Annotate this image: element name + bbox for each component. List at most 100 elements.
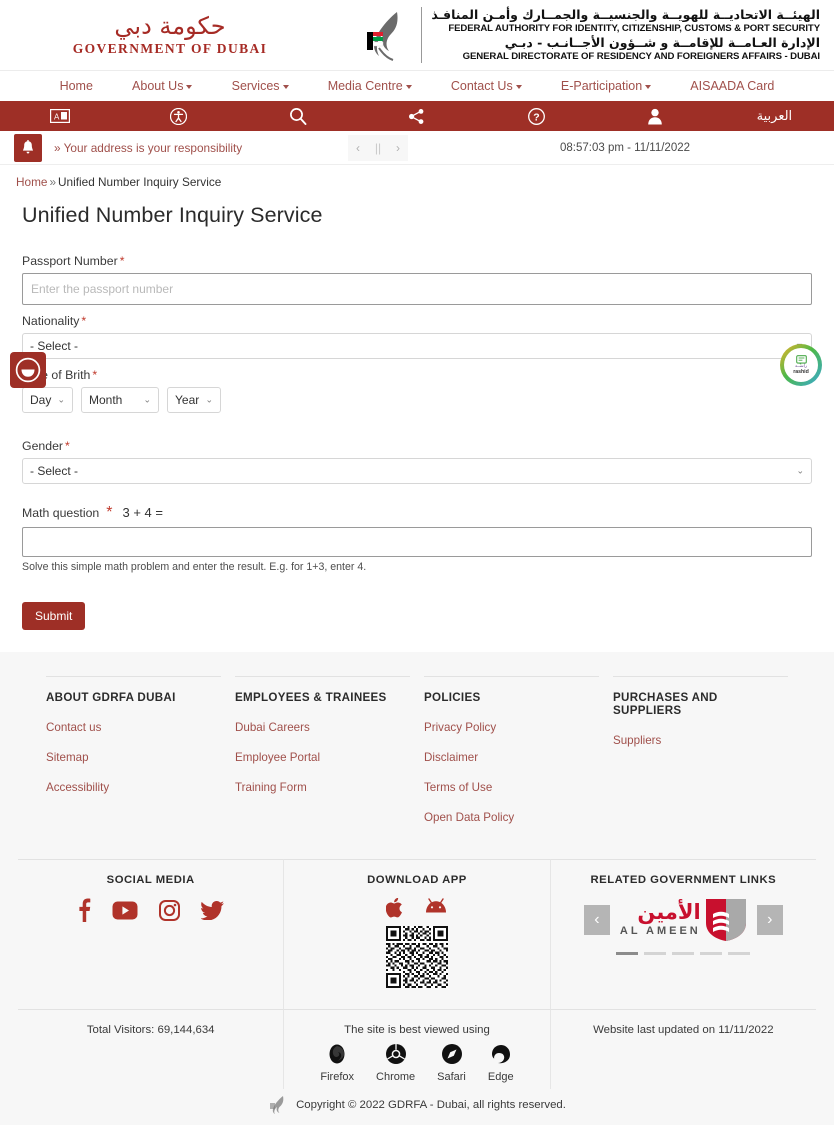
rashid-latin-label: rashid: [793, 368, 809, 375]
carousel-dot-2[interactable]: [644, 952, 667, 955]
apple-icon[interactable]: [386, 898, 403, 918]
nav-item-e-participation[interactable]: E-Participation: [560, 79, 652, 93]
browser-safari[interactable]: Safari: [437, 1043, 466, 1083]
falcon-emblem-icon: [357, 6, 415, 64]
gender-label: Gender *: [22, 439, 812, 453]
announcement-text[interactable]: » Your address is your responsibility: [54, 141, 242, 155]
svg-text:A: A: [54, 113, 60, 122]
browser-firefox[interactable]: Firefox: [320, 1043, 354, 1083]
carousel-dot-3[interactable]: [672, 952, 695, 955]
carousel-dot-5[interactable]: [728, 952, 751, 955]
dob-year-select[interactable]: Year: [167, 387, 221, 413]
nav-item-aisaada-card[interactable]: AISAADA Card: [690, 79, 774, 93]
footer-link-terms-of-use[interactable]: Terms of Use: [424, 781, 585, 794]
page-title: Unified Number Inquiry Service: [22, 203, 323, 227]
firefox-icon: [329, 1044, 345, 1064]
carousel-dot-4[interactable]: [700, 952, 723, 955]
android-icon[interactable]: [425, 898, 447, 914]
breadcrumb-home-link[interactable]: Home: [16, 175, 47, 189]
carousel-next-button[interactable]: ›: [756, 905, 783, 935]
facebook-icon[interactable]: [77, 898, 91, 922]
gender-select[interactable]: - Select -: [22, 458, 812, 484]
nav-item-about-us[interactable]: About Us: [132, 79, 193, 93]
footer-link-dubai-careers[interactable]: Dubai Careers: [235, 721, 396, 734]
user-account-icon[interactable]: [596, 101, 715, 131]
announcement-controls: ‹ || ›: [348, 134, 408, 161]
breadcrumb-current: Unified Number Inquiry Service: [58, 175, 222, 189]
download-app-section: DOWNLOAD APP: [283, 859, 550, 1009]
gdrfa-titles: الهيئــة الاتحاديــة للهويــة والجنسيــة…: [421, 6, 820, 64]
gov-logo-latin-text: GOVERNMENT OF DUBAI: [72, 40, 268, 56]
browser-chrome[interactable]: Chrome: [376, 1043, 415, 1083]
browser-edge[interactable]: Edge: [488, 1043, 514, 1083]
edge-icon: [491, 1045, 510, 1064]
browser-label: Firefox: [320, 1071, 355, 1083]
social-media-section: SOCIAL MEDIA: [18, 859, 284, 1009]
copyright-bar: Copyright © 2022 GDRFA - Dubai, all righ…: [0, 1089, 834, 1125]
required-marker: *: [65, 439, 70, 453]
chrome-icon: [385, 1044, 406, 1064]
footer-middle-section: SOCIAL MEDIA DOWNLOAD APP RELATED GOVERN…: [0, 851, 834, 1009]
help-icon[interactable]: ?: [477, 101, 596, 131]
nav-item-home[interactable]: Home: [60, 79, 93, 93]
submit-button[interactable]: Submit: [22, 602, 86, 630]
carousel-dot-1[interactable]: [616, 952, 639, 955]
browser-icons: Firefox Chrome Safari Edge: [288, 1043, 545, 1083]
nationality-select[interactable]: - Select -: [22, 333, 812, 359]
footer-column-employees: EMPLOYEES & TRAINEES Dubai Careers Emplo…: [235, 676, 410, 841]
breadcrumb: Home» Unified Number Inquiry Service: [0, 165, 834, 195]
authority-arabic-line-1: الهيئــة الاتحاديــة للهويــة والجنسيــة…: [431, 6, 820, 22]
dob-day-select[interactable]: Day: [22, 387, 73, 413]
announcement-next-button[interactable]: ›: [388, 135, 408, 161]
website-last-updated: Website last updated on 11/11/2022: [549, 1009, 816, 1089]
al-ameen-arabic: الأمين: [637, 899, 701, 924]
footer-link-contact-us[interactable]: Contact us: [46, 721, 207, 734]
twitter-icon[interactable]: [201, 900, 225, 920]
authority-english-line-1: FEDERAL AUTHORITY FOR IDENTITY, CITIZENS…: [448, 22, 820, 34]
footer-link-employee-portal[interactable]: Employee Portal: [235, 751, 396, 764]
government-of-dubai-logo[interactable]: حكومة دبي GOVERNMENT OF DUBAI: [0, 14, 330, 57]
math-answer-input[interactable]: [22, 527, 812, 557]
gov-links-carousel: ‹ الأمين AL AMEEN ›: [557, 898, 810, 942]
chevron-down-icon: [186, 84, 193, 89]
total-visitors: Total Visitors: 69,144,634: [18, 1009, 284, 1089]
nav-label: E-Participation: [560, 79, 643, 93]
footer-link-privacy-policy[interactable]: Privacy Policy: [424, 721, 585, 734]
announcement-prev-button[interactable]: ‹: [348, 135, 368, 161]
language-toggle-arabic[interactable]: العربية: [715, 101, 834, 131]
carousel-prev-button[interactable]: ‹: [583, 905, 610, 935]
nav-item-media-centre[interactable]: Media Centre: [328, 79, 412, 93]
math-question-expression: 3 + 4 =: [122, 505, 163, 520]
instagram-icon[interactable]: [159, 899, 181, 921]
chevron-down-icon: [282, 84, 289, 89]
al-ameen-latin: AL AMEEN: [619, 924, 701, 937]
share-icon[interactable]: [357, 101, 476, 131]
al-ameen-logo[interactable]: الأمين AL AMEEN: [620, 898, 747, 942]
footer-link-training-form[interactable]: Training Form: [235, 781, 396, 794]
chat-smiley-icon[interactable]: [10, 352, 46, 388]
math-question-help-text: Solve this simple math problem and enter…: [22, 561, 367, 573]
gender-field-group: Gender * - Select - ⌄: [22, 439, 812, 484]
nav-item-contact-us[interactable]: Contact Us: [451, 79, 522, 93]
footer-link-open-data-policy[interactable]: Open Data Policy: [424, 811, 585, 824]
rashid-assistant-badge[interactable]: راشــد rashid: [780, 344, 822, 386]
footer-link-disclaimer[interactable]: Disclaimer: [424, 751, 585, 764]
announcement-pause-button[interactable]: ||: [368, 135, 388, 161]
chevron-down-icon: [405, 84, 412, 89]
accessibility-icon[interactable]: [119, 101, 238, 131]
nav-item-services[interactable]: Services: [232, 79, 289, 93]
dob-month-select[interactable]: Month: [81, 387, 159, 413]
safari-icon: [441, 1044, 462, 1064]
nav-label: AISAADA Card: [690, 79, 775, 93]
site-footer: ABOUT GDRFA DUBAI Contact us Sitemap Acc…: [0, 652, 834, 1125]
math-question-label-row: Math question * 3 + 4 =: [22, 504, 812, 522]
nav-label: Media Centre: [327, 79, 403, 93]
passport-number-input[interactable]: [22, 273, 812, 305]
search-icon[interactable]: [238, 101, 357, 131]
gdrfa-logo[interactable]: الهيئــة الاتحاديــة للهويــة والجنسيــة…: [330, 6, 828, 64]
footer-link-suppliers[interactable]: Suppliers: [613, 734, 774, 747]
text-size-icon[interactable]: A: [0, 101, 119, 131]
youtube-icon[interactable]: [112, 901, 138, 920]
footer-link-accessibility[interactable]: Accessibility: [46, 781, 207, 794]
footer-link-sitemap[interactable]: Sitemap: [46, 751, 207, 764]
